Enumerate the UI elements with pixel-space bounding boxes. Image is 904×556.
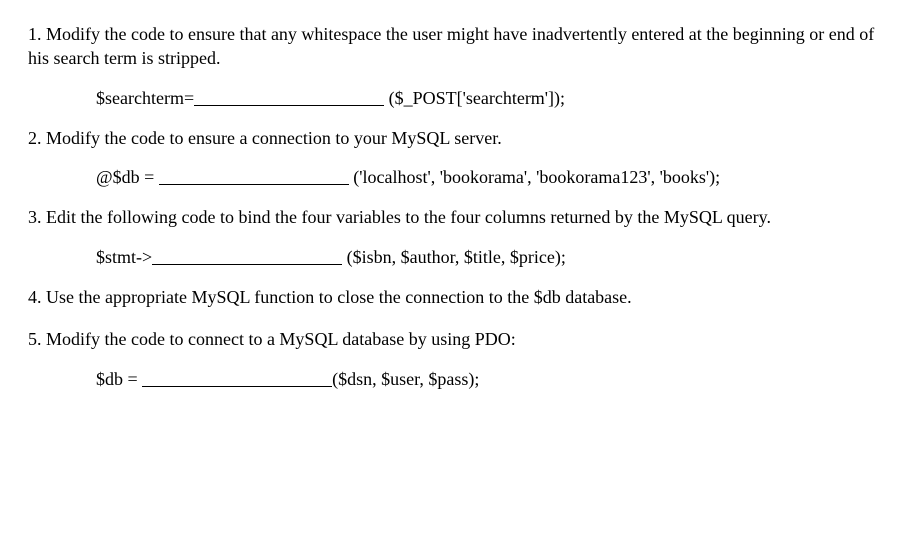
question-5: 5. Modify the code to connect to a MySQL… — [28, 327, 876, 351]
question-1: 1. Modify the code to ensure that any wh… — [28, 22, 876, 71]
q1-code-right: ($_POST['searchterm']); — [389, 88, 565, 108]
question-4: 4. Use the appropriate MySQL function to… — [28, 285, 876, 309]
q3-code-left: $stmt-> — [96, 247, 152, 267]
q5-code-right: ($dsn, $user, $pass); — [332, 369, 479, 389]
question-5-code: $db = ($dsn, $user, $pass); — [96, 366, 876, 391]
question-3-code: $stmt-> ($isbn, $author, $title, $price)… — [96, 244, 876, 269]
question-2-text: 2. Modify the code to ensure a connectio… — [28, 128, 502, 148]
question-1-code: $searchterm= ($_POST['searchterm']); — [96, 85, 876, 110]
question-3: 3. Edit the following code to bind the f… — [28, 205, 876, 229]
q2-code-right: ('localhost', 'bookorama', 'bookorama123… — [353, 167, 720, 187]
question-2-code: @$db = ('localhost', 'bookorama', 'booko… — [96, 164, 876, 189]
q1-code-left: $searchterm= — [96, 88, 194, 108]
q3-code-right: ($isbn, $author, $title, $price); — [347, 247, 566, 267]
q1-blank[interactable] — [194, 87, 384, 106]
q5-code-left: $db = — [96, 369, 142, 389]
worksheet-page: 1. Modify the code to ensure that any wh… — [0, 0, 904, 427]
question-1-text: 1. Modify the code to ensure that any wh… — [28, 24, 874, 68]
question-3-text: 3. Edit the following code to bind the f… — [28, 207, 771, 227]
q2-blank[interactable] — [159, 166, 349, 185]
question-4-text: 4. Use the appropriate MySQL function to… — [28, 287, 632, 307]
question-2: 2. Modify the code to ensure a connectio… — [28, 126, 876, 150]
question-5-text: 5. Modify the code to connect to a MySQL… — [28, 329, 516, 349]
q5-blank[interactable] — [142, 368, 332, 387]
q3-blank[interactable] — [152, 246, 342, 265]
q2-code-left: @$db = — [96, 167, 159, 187]
